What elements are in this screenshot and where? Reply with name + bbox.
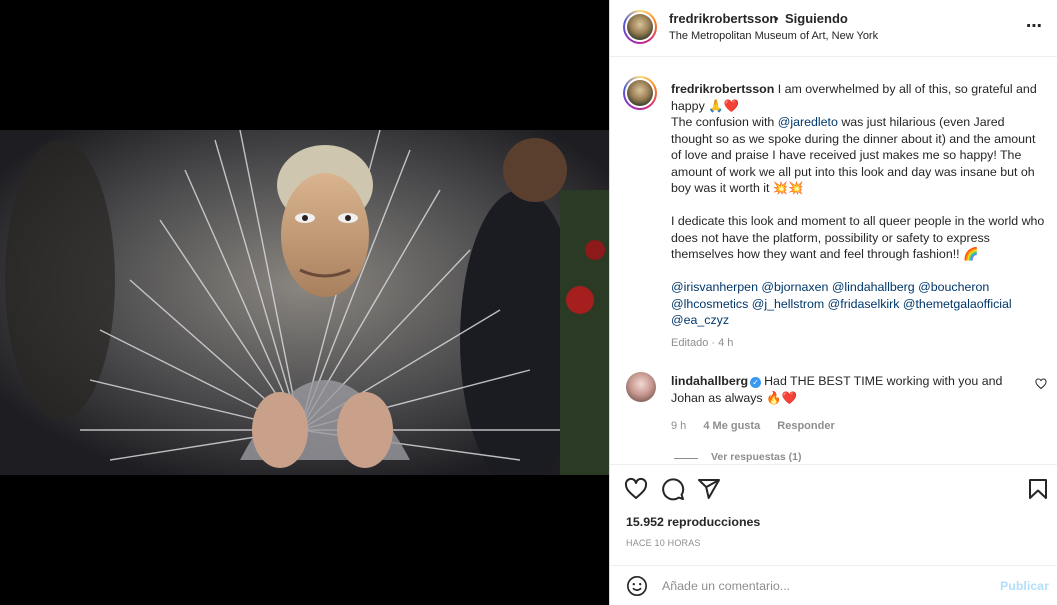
commenter-username[interactable]: lindahallberg bbox=[671, 374, 748, 388]
view-replies-button[interactable]: Ver respuestas (1) bbox=[711, 451, 801, 463]
emoji-icon[interactable] bbox=[626, 575, 648, 597]
caption-text: The confusion with bbox=[671, 115, 778, 129]
following-button[interactable]: Siguiendo bbox=[785, 11, 848, 26]
comment-like-icon[interactable] bbox=[1035, 378, 1047, 390]
share-icon[interactable] bbox=[697, 477, 721, 501]
reply-button[interactable]: Responder bbox=[777, 420, 834, 432]
comments-section[interactable]: fredrikrobertsson I am overwhelmed by al… bbox=[610, 58, 1057, 463]
author-username[interactable]: fredrikrobertsson bbox=[669, 11, 777, 26]
replies-divider bbox=[674, 458, 698, 459]
publish-button[interactable]: Publicar bbox=[1000, 579, 1049, 593]
author-avatar[interactable] bbox=[623, 10, 657, 44]
mentions-list[interactable]: @irisvanherpen @bjornaxen @lindahallberg… bbox=[671, 279, 1046, 329]
comment-time: 9 h bbox=[671, 420, 687, 432]
comment-input[interactable]: Añade un comentario... bbox=[662, 579, 790, 593]
media-panel bbox=[0, 0, 609, 605]
post-caption: fredrikrobertsson I am overwhelmed by al… bbox=[671, 81, 1046, 329]
post-time-ago: HACE 10 HORAS bbox=[626, 538, 701, 548]
caption-paragraph: I dedicate this look and moment to all q… bbox=[671, 214, 1045, 261]
action-bar bbox=[610, 464, 1057, 512]
location-link[interactable]: The Metropolitan Museum of Art, New York bbox=[669, 30, 878, 42]
bookmark-icon[interactable] bbox=[1026, 477, 1050, 501]
mention-link[interactable]: @jaredleto bbox=[778, 115, 838, 129]
caption-avatar[interactable] bbox=[623, 76, 657, 110]
add-comment-bar: Añade un comentario... Publicar bbox=[610, 565, 1057, 605]
post-video[interactable] bbox=[0, 130, 609, 475]
comment-icon[interactable] bbox=[661, 477, 685, 501]
separator-dot: • bbox=[774, 11, 779, 26]
caption-timestamp: Editado · 4 h bbox=[671, 337, 734, 349]
verified-badge-icon: ✓ bbox=[750, 377, 762, 388]
caption-username[interactable]: fredrikrobertsson bbox=[671, 82, 774, 96]
post-header: fredrikrobertsson • Siguiendo The Metrop… bbox=[610, 0, 1057, 57]
commenter-avatar[interactable] bbox=[626, 372, 656, 402]
video-frame bbox=[0, 130, 609, 475]
post-sidebar: fredrikrobertsson • Siguiendo The Metrop… bbox=[609, 0, 1057, 605]
comment-meta: 9 h 4 Me gusta Responder bbox=[671, 420, 849, 432]
view-count[interactable]: 15.952 reproducciones bbox=[626, 515, 760, 529]
comment-text: lindahallberg ✓ Had THE BEST TIME working … bbox=[671, 373, 1011, 406]
comment-likes[interactable]: 4 Me gusta bbox=[703, 420, 760, 432]
heart-icon[interactable] bbox=[624, 477, 648, 501]
more-options-icon[interactable]: ⋯ bbox=[1026, 16, 1043, 36]
